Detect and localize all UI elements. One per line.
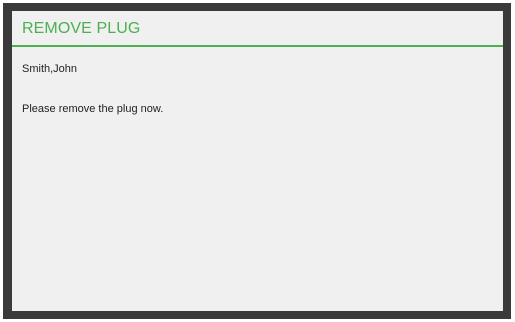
device-frame: REMOVE PLUG Smith,John Please remove the… (0, 0, 515, 322)
instruction-message: Please remove the plug now. (22, 103, 164, 115)
dialog-header: REMOVE PLUG (12, 11, 503, 47)
screen-bezel: REMOVE PLUG Smith,John Please remove the… (3, 3, 511, 319)
dialog-title: REMOVE PLUG (22, 20, 141, 37)
dialog-screen: REMOVE PLUG Smith,John Please remove the… (12, 11, 503, 311)
customer-name: Smith,John (22, 63, 78, 75)
